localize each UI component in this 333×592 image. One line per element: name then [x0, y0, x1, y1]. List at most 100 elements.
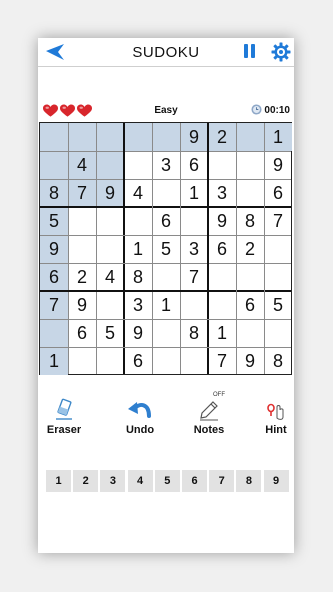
board-cell[interactable]: 6: [180, 151, 208, 179]
board-cell[interactable]: [96, 235, 124, 263]
board-cell[interactable]: 9: [40, 235, 68, 263]
board-cell[interactable]: [236, 263, 264, 291]
board-cell[interactable]: [264, 319, 292, 347]
board-cell[interactable]: 5: [264, 291, 292, 319]
top-bar: SUDOKU: [38, 38, 294, 67]
board-cell[interactable]: [96, 123, 124, 151]
clock-icon: [251, 104, 262, 115]
board-cell[interactable]: 9: [264, 151, 292, 179]
board-cell[interactable]: [152, 123, 180, 151]
numpad-key[interactable]: 4: [127, 470, 153, 492]
undo-button[interactable]: Undo: [112, 396, 168, 442]
board-cell[interactable]: 5: [152, 235, 180, 263]
board-cell[interactable]: 8: [264, 347, 292, 375]
board-cell[interactable]: [68, 123, 96, 151]
board-cell[interactable]: [180, 291, 208, 319]
board-cell[interactable]: [236, 179, 264, 207]
sudoku-board: 9214369879413656987915362624877931656598…: [39, 122, 292, 375]
board-cell[interactable]: 6: [208, 235, 236, 263]
board-cell[interactable]: [124, 207, 152, 235]
board-cell[interactable]: 9: [236, 347, 264, 375]
board-cell[interactable]: 4: [124, 179, 152, 207]
board-cell[interactable]: [264, 235, 292, 263]
board-cell[interactable]: [180, 347, 208, 375]
board-cell[interactable]: 8: [236, 207, 264, 235]
board-cell[interactable]: [40, 123, 68, 151]
board-cell[interactable]: 7: [180, 263, 208, 291]
hint-button[interactable]: Hint: [248, 396, 294, 442]
board-cell[interactable]: 7: [264, 207, 292, 235]
board-cell[interactable]: 4: [68, 151, 96, 179]
board-cell[interactable]: 1: [180, 179, 208, 207]
board-cell[interactable]: [68, 207, 96, 235]
board-cell[interactable]: 8: [40, 179, 68, 207]
board-cell[interactable]: 8: [124, 263, 152, 291]
board-cell[interactable]: 5: [40, 207, 68, 235]
board-cell[interactable]: [96, 347, 124, 375]
board-cell[interactable]: [152, 319, 180, 347]
board-cell[interactable]: [236, 123, 264, 151]
board-cell[interactable]: [236, 151, 264, 179]
board-cell[interactable]: [96, 207, 124, 235]
board-cell[interactable]: [236, 319, 264, 347]
numpad-key[interactable]: 6: [182, 470, 207, 492]
numpad-key[interactable]: 5: [154, 470, 180, 492]
board-cell[interactable]: [208, 151, 236, 179]
board-cell[interactable]: 3: [152, 151, 180, 179]
board-cell[interactable]: [96, 291, 124, 319]
board-cell[interactable]: [40, 151, 68, 179]
board-cell[interactable]: 7: [68, 179, 96, 207]
board-cell[interactable]: 1: [124, 235, 152, 263]
numpad-key[interactable]: 9: [263, 470, 289, 492]
board-cell[interactable]: 9: [208, 207, 236, 235]
board-cell[interactable]: 3: [124, 291, 152, 319]
board-cell[interactable]: 6: [152, 207, 180, 235]
board-cell[interactable]: 6: [264, 179, 292, 207]
board-cell[interactable]: 9: [68, 291, 96, 319]
board-cell[interactable]: 4: [96, 263, 124, 291]
board-cell[interactable]: 6: [68, 319, 96, 347]
board-cell[interactable]: 6: [236, 291, 264, 319]
board-cell[interactable]: [40, 319, 68, 347]
numpad-key[interactable]: 3: [100, 470, 126, 492]
gear-icon[interactable]: [271, 42, 291, 62]
board-cell[interactable]: [124, 151, 152, 179]
board-cell[interactable]: 1: [152, 291, 180, 319]
numpad-key[interactable]: 7: [209, 470, 235, 492]
board-cell[interactable]: [152, 179, 180, 207]
board-cell[interactable]: [208, 263, 236, 291]
grid-line: [40, 290, 291, 292]
board-cell[interactable]: 5: [96, 319, 124, 347]
board-cell[interactable]: 7: [40, 291, 68, 319]
numpad-key[interactable]: 2: [73, 470, 99, 492]
numpad-key[interactable]: 1: [46, 470, 71, 492]
board-cell[interactable]: [208, 291, 236, 319]
board-cell[interactable]: 1: [208, 319, 236, 347]
board-cell[interactable]: 2: [68, 263, 96, 291]
board-cell[interactable]: 1: [264, 123, 292, 151]
pause-icon[interactable]: [244, 44, 256, 60]
board-cell[interactable]: 2: [208, 123, 236, 151]
board-cell[interactable]: 1: [40, 347, 68, 375]
board-cell[interactable]: 9: [124, 319, 152, 347]
board-cell[interactable]: 7: [208, 347, 236, 375]
board-cell[interactable]: 6: [40, 263, 68, 291]
board-cell[interactable]: [68, 235, 96, 263]
board-cell[interactable]: 3: [180, 235, 208, 263]
notes-button[interactable]: OFF Notes: [181, 392, 237, 442]
board-cell[interactable]: 9: [96, 179, 124, 207]
board-cell[interactable]: [124, 123, 152, 151]
board-cell[interactable]: [152, 263, 180, 291]
board-cell[interactable]: [180, 207, 208, 235]
eraser-button[interactable]: Eraser: [38, 396, 92, 442]
board-cell[interactable]: [68, 347, 96, 375]
board-cell[interactable]: 8: [180, 319, 208, 347]
board-cell[interactable]: 3: [208, 179, 236, 207]
board-cell[interactable]: 9: [180, 123, 208, 151]
numpad-key[interactable]: 8: [236, 470, 262, 492]
board-cell[interactable]: 6: [124, 347, 152, 375]
board-cell[interactable]: 2: [236, 235, 264, 263]
board-cell[interactable]: [152, 347, 180, 375]
board-cell[interactable]: [264, 263, 292, 291]
board-cell[interactable]: [96, 151, 124, 179]
